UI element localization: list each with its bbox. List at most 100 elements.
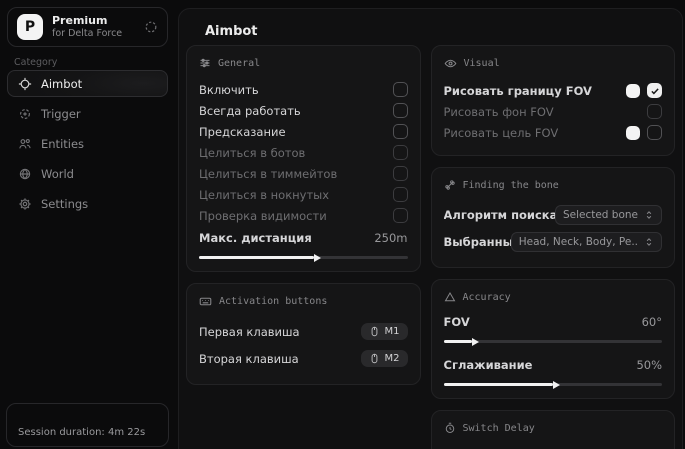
setting-row: Целиться в нокнутых <box>199 184 408 205</box>
bone-panel-title: Finding the bone <box>444 179 663 191</box>
switch-delay-panel: Switch Delay Задержка переключения Задер… <box>431 410 676 449</box>
fov-slider[interactable] <box>444 340 663 343</box>
visual-label: Рисовать цель FOV <box>444 126 559 140</box>
globe-icon <box>18 167 32 181</box>
slider-head: FOV 60° <box>444 313 663 331</box>
smoothing-slider[interactable] <box>444 383 663 386</box>
slider-fill <box>444 340 472 343</box>
selected-bones-dropdown[interactable]: Head, Neck, Body, Pe.. <box>511 232 662 252</box>
checkbox-aim-bots[interactable] <box>393 145 408 160</box>
controls <box>626 125 662 140</box>
slider-thumb[interactable] <box>553 381 560 389</box>
eye-icon <box>444 57 457 70</box>
keyboard-icon <box>199 295 212 308</box>
visual-label: Рисовать фон FOV <box>444 105 554 119</box>
slider-thumb[interactable] <box>472 338 479 346</box>
accuracy-panel-title: Accuracy <box>444 291 663 303</box>
sidebar-item-aimbot[interactable]: Aimbot <box>7 70 168 97</box>
sidebar: P Premium for Delta Force Category A <box>0 0 175 449</box>
setting-label: Проверка видимости <box>199 209 327 223</box>
smoothing-slider-block: Сглаживание 50% <box>444 356 663 386</box>
slider-fill <box>444 383 553 386</box>
keybind-label: Вторая клавиша <box>199 352 299 366</box>
bone-row: Алгоритм поиска кост Selected bone <box>444 201 663 228</box>
triangle-icon <box>444 291 456 303</box>
mouse-icon <box>369 326 380 337</box>
setting-row: Целиться в тиммейтов <box>199 163 408 184</box>
left-column: General Включить Всегда работать Предска… <box>186 45 421 449</box>
sidebar-item-label: Aimbot <box>41 77 82 91</box>
sidebar-item-settings[interactable]: Settings <box>7 190 168 217</box>
slider-label: Сглаживание <box>444 358 533 372</box>
checkbox-visibility-check[interactable] <box>393 208 408 223</box>
checkbox-prediction[interactable] <box>393 124 408 139</box>
premium-card: P Premium for Delta Force <box>7 7 168 47</box>
slider-value: 50% <box>636 358 662 372</box>
sidebar-item-trigger[interactable]: Trigger <box>7 100 168 127</box>
chevron-up-down-icon <box>644 210 654 220</box>
logo-letter: P <box>25 19 35 35</box>
premium-texts: Premium for Delta Force <box>52 14 135 40</box>
app-window: P Premium for Delta Force Category A <box>0 0 685 449</box>
panel-title-text: General <box>218 58 260 69</box>
session-box: Session duration: 4m 22s <box>6 403 169 447</box>
visual-row: Рисовать фон FOV <box>444 101 663 122</box>
max-distance-slider-block: Макс. дистанция 250m <box>199 229 408 259</box>
slider-thumb[interactable] <box>314 254 321 262</box>
sidebar-item-label: Trigger <box>41 107 81 121</box>
color-swatch-fov-target[interactable] <box>626 126 640 140</box>
mouse-icon <box>369 353 380 364</box>
setting-label: Предсказание <box>199 125 286 139</box>
keybind-value: M1 <box>385 326 400 337</box>
panel-title-text: Finding the bone <box>463 180 559 191</box>
sync-icon[interactable] <box>144 20 158 34</box>
setting-label: Всегда работать <box>199 104 301 118</box>
checkbox-draw-fov-background[interactable] <box>647 104 662 119</box>
session-duration: Session duration: 4m 22s <box>18 427 145 438</box>
checkbox-always-work[interactable] <box>393 103 408 118</box>
right-column: Visual Рисовать границу FOV <box>431 45 676 449</box>
max-distance-slider[interactable] <box>199 256 408 259</box>
crosshair-icon <box>18 77 32 91</box>
color-swatch-fov-border[interactable] <box>626 84 640 98</box>
keybind-row: Вторая клавиша M2 <box>199 345 408 372</box>
main-panel: Aimbot General <box>178 8 683 449</box>
bone-label: Выбранные кос <box>444 235 511 249</box>
sidebar-item-label: Settings <box>41 197 88 211</box>
checkbox-draw-fov-border[interactable] <box>647 83 662 98</box>
checkbox-draw-fov-target[interactable] <box>647 125 662 140</box>
content-columns: General Включить Всегда работать Предска… <box>186 45 675 449</box>
slider-value: 250m <box>374 231 407 245</box>
fov-slider-block: FOV 60° <box>444 313 663 343</box>
slider-head: Сглаживание 50% <box>444 356 663 374</box>
keybind-row: Первая клавиша M1 <box>199 318 408 345</box>
checkbox-aim-teammates[interactable] <box>393 166 408 181</box>
bone-label: Алгоритм поиска кост <box>444 208 555 222</box>
sidebar-menu: Aimbot Trigger Entities <box>7 70 168 217</box>
keybind-button-second[interactable]: M2 <box>361 350 408 367</box>
sidebar-item-world[interactable]: World <box>7 160 168 187</box>
bone-icon <box>444 179 456 191</box>
sliders-icon <box>199 57 211 69</box>
controls <box>647 104 662 119</box>
slider-label: FOV <box>444 315 470 329</box>
checkbox-enable[interactable] <box>393 82 408 97</box>
setting-label: Включить <box>199 83 259 97</box>
chevron-up-down-icon <box>644 237 654 247</box>
slider-head: Макс. дистанция 250m <box>199 229 408 247</box>
bone-algorithm-dropdown[interactable]: Selected bone <box>555 205 662 225</box>
setting-row: Всегда работать <box>199 100 408 121</box>
bone-panel: Finding the bone Алгоритм поиска кост Se… <box>431 167 676 268</box>
accuracy-panel: Accuracy FOV 60° <box>431 279 676 399</box>
controls <box>626 83 662 98</box>
sidebar-item-entities[interactable]: Entities <box>7 130 168 157</box>
panel-title-text: Switch Delay <box>463 423 535 434</box>
visual-panel-title: Visual <box>444 57 663 70</box>
setting-row: Предсказание <box>199 121 408 142</box>
trigger-icon <box>18 107 32 121</box>
checkbox-aim-knocked[interactable] <box>393 187 408 202</box>
visual-label: Рисовать границу FOV <box>444 84 592 98</box>
keybind-button-first[interactable]: M1 <box>361 323 408 340</box>
keybind-label: Первая клавиша <box>199 325 300 339</box>
panel-title-text: Accuracy <box>463 292 511 303</box>
